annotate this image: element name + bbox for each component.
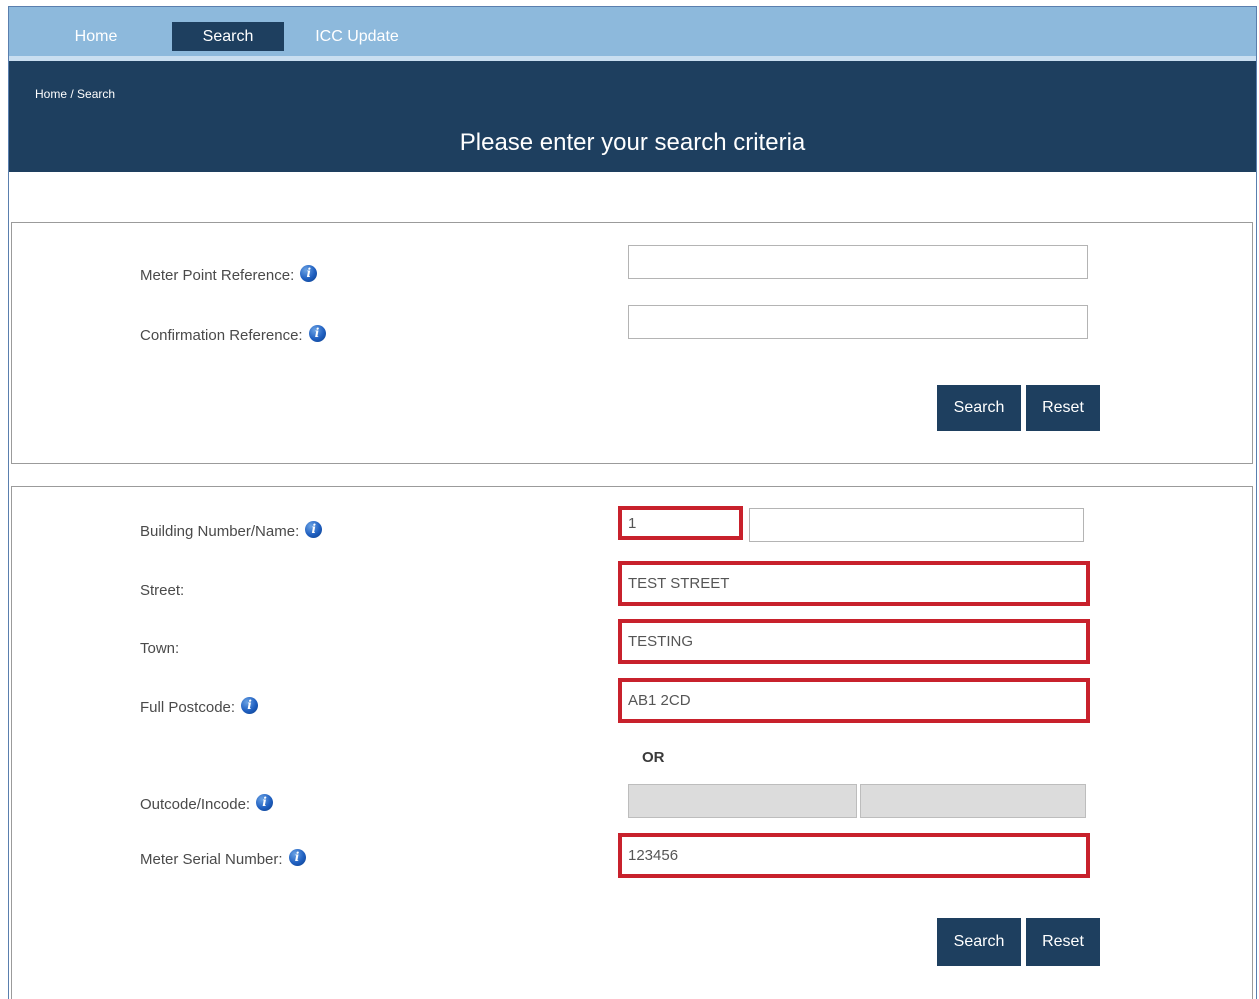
- address-reset-button[interactable]: Reset: [1026, 918, 1100, 966]
- nav-icc-update[interactable]: ICC Update: [311, 22, 403, 51]
- reference-search-panel: Meter Point Reference: i Confirmation Ref…: [11, 222, 1253, 464]
- incode-input[interactable]: [860, 784, 1086, 818]
- reference-search-button[interactable]: Search: [937, 385, 1021, 431]
- building-number-name-label: Building Number/Name: i: [140, 520, 323, 541]
- meter-point-reference-input[interactable]: [628, 245, 1088, 279]
- meter-point-reference-text: Meter Point Reference:: [140, 267, 295, 284]
- town-input[interactable]: [618, 619, 1090, 664]
- meter-serial-number-text: Meter Serial Number:: [140, 851, 283, 868]
- building-name-input[interactable]: [749, 508, 1084, 542]
- meter-point-reference-label: Meter Point Reference: i: [140, 264, 318, 285]
- confirmation-reference-label: Confirmation Reference: i: [140, 324, 326, 345]
- town-label: Town:: [140, 640, 180, 657]
- info-icon[interactable]: i: [256, 793, 274, 811]
- or-separator: OR: [642, 749, 665, 766]
- building-number-input[interactable]: [618, 506, 743, 540]
- full-postcode-label: Full Postcode: i: [140, 696, 259, 717]
- outcode-incode-text: Outcode/Incode:: [140, 796, 251, 813]
- address-search-button[interactable]: Search: [937, 918, 1021, 966]
- outcode-input[interactable]: [628, 784, 857, 818]
- reference-reset-button[interactable]: Reset: [1026, 385, 1100, 431]
- breadcrumb: Home / Search: [35, 87, 116, 101]
- info-icon[interactable]: i: [241, 696, 259, 714]
- nav-search[interactable]: Search: [172, 22, 284, 51]
- top-navigation: Home Search ICC Update: [9, 7, 1256, 61]
- outcode-incode-label: Outcode/Incode: i: [140, 793, 274, 814]
- address-search-panel: Building Number/Name: i Street: Town: Ful…: [11, 486, 1253, 999]
- meter-serial-number-input[interactable]: [618, 833, 1090, 878]
- street-input[interactable]: [618, 561, 1090, 606]
- full-postcode-text: Full Postcode:: [140, 699, 236, 716]
- confirmation-reference-input[interactable]: [628, 305, 1088, 339]
- info-icon[interactable]: i: [300, 264, 318, 282]
- nav-home[interactable]: Home: [57, 22, 135, 51]
- meter-serial-number-label: Meter Serial Number: i: [140, 848, 306, 869]
- page-title: Please enter your search criteria: [459, 129, 806, 156]
- info-icon[interactable]: i: [308, 324, 326, 342]
- info-icon[interactable]: i: [288, 848, 306, 866]
- building-number-name-text: Building Number/Name:: [140, 523, 300, 540]
- full-postcode-input[interactable]: [618, 678, 1090, 723]
- info-icon[interactable]: i: [305, 520, 323, 538]
- street-label: Street:: [140, 582, 185, 599]
- page-header: Home / Search Please enter your search c…: [9, 61, 1256, 172]
- confirmation-reference-text: Confirmation Reference:: [140, 327, 303, 344]
